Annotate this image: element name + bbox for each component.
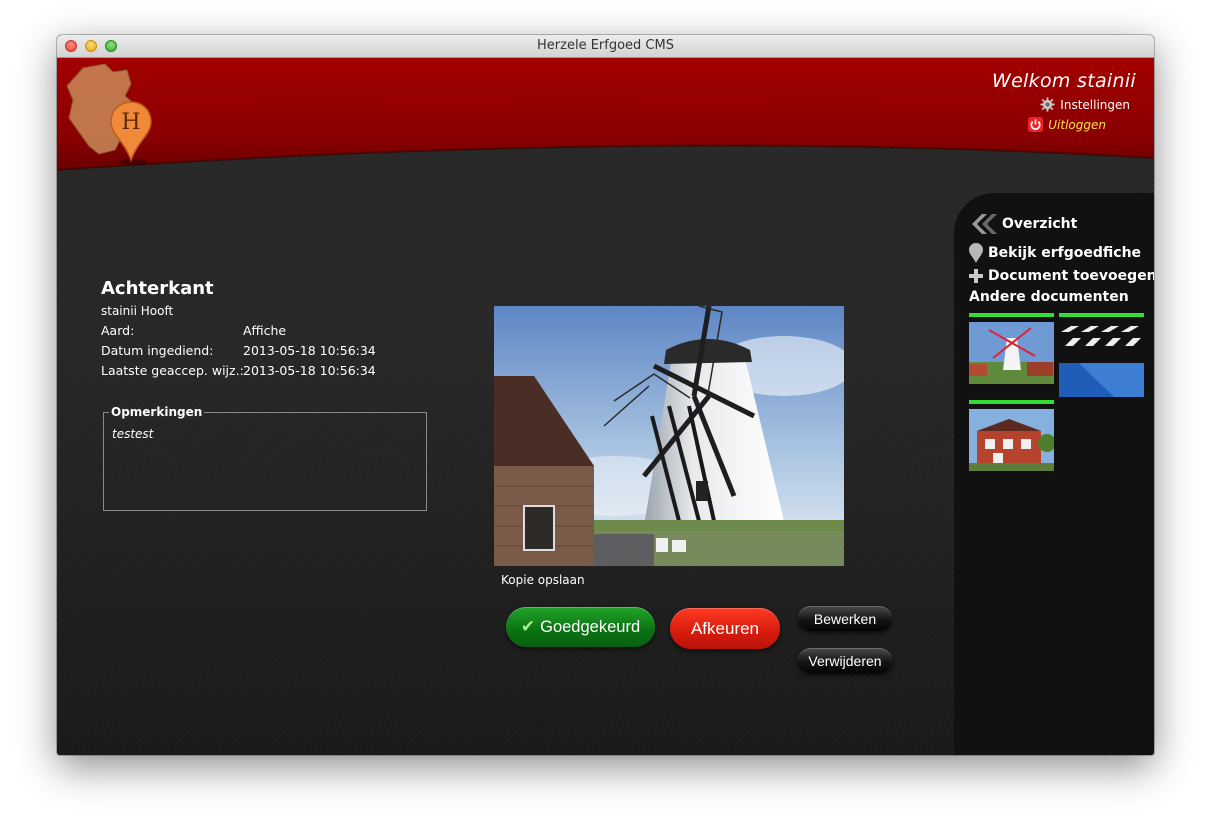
video-thumbnail[interactable]: [1059, 313, 1144, 397]
sidebar-item-overview[interactable]: Overzicht: [968, 213, 1077, 235]
save-copy-link[interactable]: Kopie opslaan: [501, 573, 585, 587]
gear-icon: [1040, 97, 1055, 112]
welcome-message: Welkom stainii: [991, 70, 1136, 92]
plus-icon: [969, 269, 983, 283]
checkmark-icon: ✔: [520, 617, 536, 636]
document-thumbnail[interactable]: [969, 400, 1054, 471]
settings-label: Instellingen: [1060, 97, 1130, 112]
field-label: Aard:: [101, 323, 135, 338]
document-image: [494, 306, 844, 566]
sidebar-item-add-document[interactable]: Document toevoegen: [968, 268, 1154, 284]
remarks-label: Opmerkingen: [109, 405, 205, 419]
other-documents-heading: Andere documenten: [969, 289, 1129, 305]
logout-link[interactable]: Uitloggen: [992, 117, 1106, 132]
remarks-box[interactable]: Opmerkingen testest: [103, 405, 427, 511]
field-value: 2013-05-18 10:56:34: [243, 363, 376, 378]
settings-link[interactable]: Instellingen: [992, 97, 1130, 112]
map-pin-icon: [969, 243, 983, 263]
remarks-text: testest: [112, 427, 154, 441]
zoom-window-button[interactable]: [105, 40, 117, 52]
approve-button[interactable]: ✔ Goedgekeurd: [506, 607, 655, 647]
clapperboard-icon: [1059, 322, 1144, 397]
field-label: Laatste geaccep. wijz.:: [101, 363, 244, 378]
sidebar-item-label: Bekijk erfgoedfiche: [988, 245, 1142, 261]
document-title: Achterkant: [101, 278, 214, 299]
title-bar[interactable]: Herzele Erfgoed CMS: [57, 35, 1154, 58]
document-thumbnail[interactable]: [969, 313, 1054, 384]
thumbnail-bar: [1059, 313, 1144, 317]
edit-button[interactable]: Bewerken: [798, 606, 892, 631]
user-panel: Welkom stainii Instellingen Uitloggen: [992, 70, 1136, 132]
reject-button[interactable]: Afkeuren: [670, 608, 780, 649]
sidebar-item-view-heritage[interactable]: Bekijk erfgoedfiche: [968, 243, 1141, 263]
svg-text:H: H: [121, 110, 140, 135]
document-author: stainii Hooft: [101, 304, 174, 318]
main-content: H Welkom stainii Instellingen Uitloggen …: [57, 58, 1154, 755]
herzele-logo: H: [66, 63, 152, 165]
power-icon: [1028, 117, 1044, 132]
logout-label: Uitloggen: [1048, 117, 1106, 132]
sidebar: Overzicht Bekijk erfgoedfiche Document t…: [954, 193, 1154, 755]
sidebar-item-label: Document toevoegen: [988, 268, 1154, 284]
thumbnail-bar: [969, 313, 1054, 317]
window-title: Herzele Erfgoed CMS: [537, 38, 674, 53]
thumbnail-bar: [969, 400, 1054, 404]
close-window-button[interactable]: [65, 40, 77, 52]
double-chevron-left-icon: [972, 214, 997, 234]
field-value: 2013-05-18 10:56:34: [243, 343, 376, 358]
sidebar-item-label: Overzicht: [1002, 216, 1078, 232]
delete-button[interactable]: Verwijderen: [798, 648, 892, 673]
app-window: Herzele Erfgoed CMS H Welkom stainii Ins…: [57, 35, 1154, 755]
field-value: Affiche: [243, 323, 287, 338]
minimize-window-button[interactable]: [85, 40, 97, 52]
approve-label: Goedgekeurd: [540, 617, 641, 636]
header-banner: [57, 58, 1154, 171]
field-label: Datum ingediend:: [101, 343, 214, 358]
